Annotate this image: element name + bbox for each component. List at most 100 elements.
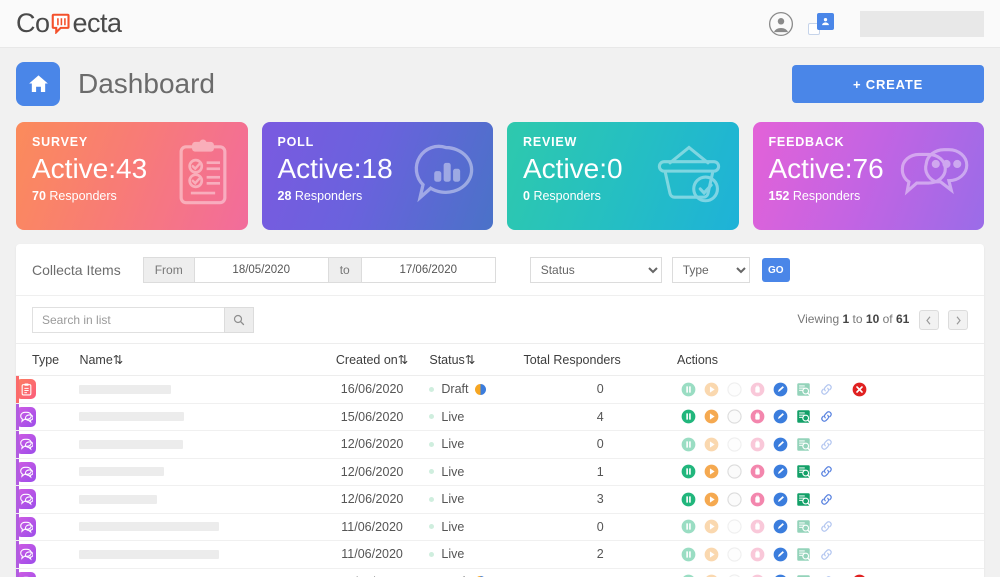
stop-action-icon[interactable] (727, 547, 742, 562)
status-filter-select[interactable]: Status (529, 257, 662, 283)
cell-name[interactable] (79, 375, 315, 404)
delete-action-icon[interactable] (750, 464, 765, 479)
cell-name[interactable] (79, 458, 315, 486)
stop-action-icon[interactable] (727, 492, 742, 507)
cell-actions (676, 403, 984, 431)
stop-action-icon[interactable] (727, 464, 742, 479)
user-account-icon[interactable] (768, 11, 794, 37)
table-row[interactable]: 12/06/2020 Live 3 (16, 485, 984, 514)
preview-action-icon[interactable] (796, 464, 811, 479)
pause-action-icon[interactable] (681, 409, 696, 424)
home-icon[interactable] (16, 62, 60, 106)
search-input[interactable] (32, 307, 224, 333)
pause-action-icon[interactable] (681, 464, 696, 479)
delete-action-icon[interactable] (750, 409, 765, 424)
preview-action-icon[interactable] (796, 519, 811, 534)
table-row[interactable]: 11/06/2020 Live 0 (16, 513, 984, 541)
preview-action-icon[interactable] (796, 382, 811, 397)
stop-action-icon[interactable] (727, 437, 742, 452)
preview-action-icon[interactable] (796, 492, 811, 507)
play-action-icon[interactable] (704, 547, 719, 562)
status-badge: Live (429, 410, 523, 424)
preview-action-icon[interactable] (796, 437, 811, 452)
cell-name[interactable] (79, 568, 315, 577)
table-row[interactable]: 11/06/2020 Live 2 (16, 540, 984, 569)
create-button[interactable]: + CREATE (792, 65, 984, 103)
date-from-input[interactable] (194, 257, 329, 283)
stop-action-icon[interactable] (727, 519, 742, 534)
preview-action-icon[interactable] (796, 409, 811, 424)
action-button-group (677, 492, 984, 507)
viewing-prefix: Viewing (797, 312, 840, 327)
cell-name[interactable] (79, 430, 315, 459)
edit-action-icon[interactable] (773, 437, 788, 452)
table-row[interactable]: 16/06/2020 Draft 0 (16, 375, 984, 404)
go-button[interactable]: GO (761, 258, 790, 282)
chat-bubble-icon (16, 516, 36, 537)
stat-card-review[interactable]: REVIEW Active:0 0 Responders (507, 122, 739, 230)
chevron-left-icon[interactable] (918, 310, 939, 330)
delete-action-icon[interactable] (750, 547, 765, 562)
search-icon[interactable] (224, 307, 254, 333)
switch-account-icon[interactable] (808, 12, 834, 35)
remove-row-icon[interactable] (852, 382, 867, 397)
stop-action-icon[interactable] (727, 382, 742, 397)
pause-action-icon[interactable] (681, 519, 696, 534)
table-row[interactable]: 12/06/2020 Live 1 (16, 458, 984, 486)
link-action-icon[interactable] (819, 519, 834, 534)
cell-name[interactable] (79, 513, 315, 541)
chevron-right-icon[interactable] (948, 310, 968, 330)
column-header-type[interactable]: Type (16, 343, 80, 376)
app-logo[interactable]: Co ecta (16, 8, 122, 39)
cell-type (16, 485, 80, 514)
item-name-redacted (79, 412, 185, 422)
edit-action-icon[interactable] (773, 382, 788, 397)
edit-action-icon[interactable] (773, 409, 788, 424)
table-row[interactable]: 12/06/2020 Live 0 (16, 430, 984, 459)
status-label: Live (441, 437, 465, 452)
table-row[interactable]: 11/06/2020Draft0 (16, 568, 984, 577)
preview-action-icon[interactable] (796, 547, 811, 562)
column-header-name[interactable]: Name⇅ (79, 343, 315, 376)
play-action-icon[interactable] (704, 437, 719, 452)
status-label: Live (441, 519, 465, 534)
link-action-icon[interactable] (819, 492, 834, 507)
play-action-icon[interactable] (704, 382, 719, 397)
pause-action-icon[interactable] (681, 547, 696, 562)
edit-action-icon[interactable] (773, 492, 788, 507)
delete-action-icon[interactable] (750, 519, 765, 534)
edit-action-icon[interactable] (773, 547, 788, 562)
pause-action-icon[interactable] (681, 492, 696, 507)
stat-card-survey[interactable]: SURVEY Active:43 70 Responders (16, 122, 248, 230)
link-action-icon[interactable] (819, 547, 834, 562)
table-row[interactable]: 15/06/2020 Live 4 (16, 403, 984, 431)
link-action-icon[interactable] (819, 437, 834, 452)
cell-name[interactable] (79, 403, 315, 431)
cell-name[interactable] (79, 485, 315, 514)
cell-name[interactable] (79, 540, 315, 569)
column-header-created-on[interactable]: Created on⇅ (314, 343, 430, 376)
play-action-icon[interactable] (704, 409, 719, 424)
delete-action-icon[interactable] (750, 382, 765, 397)
stop-action-icon[interactable] (727, 409, 742, 424)
play-action-icon[interactable] (704, 519, 719, 534)
row-accent-bar (16, 431, 19, 458)
play-action-icon[interactable] (704, 464, 719, 479)
play-action-icon[interactable] (704, 492, 719, 507)
link-action-icon[interactable] (819, 409, 834, 424)
link-action-icon[interactable] (819, 382, 834, 397)
type-filter-select[interactable]: Type (671, 257, 750, 283)
stat-card-poll[interactable]: POLL Active:18 28 Responders (261, 122, 493, 230)
edit-action-icon[interactable] (773, 519, 788, 534)
edit-action-icon[interactable] (773, 464, 788, 479)
pause-action-icon[interactable] (681, 382, 696, 397)
delete-action-icon[interactable] (750, 437, 765, 452)
column-header-status[interactable]: Status⇅ (429, 343, 524, 376)
stat-card-responders-label: Responders (533, 189, 601, 203)
date-to-input[interactable] (361, 257, 496, 283)
link-action-icon[interactable] (819, 464, 834, 479)
clipboard-icon (16, 379, 36, 400)
delete-action-icon[interactable] (750, 492, 765, 507)
pause-action-icon[interactable] (681, 437, 696, 452)
stat-card-feedback[interactable]: FEEDBACK Active:76 152 Responders (752, 122, 984, 230)
